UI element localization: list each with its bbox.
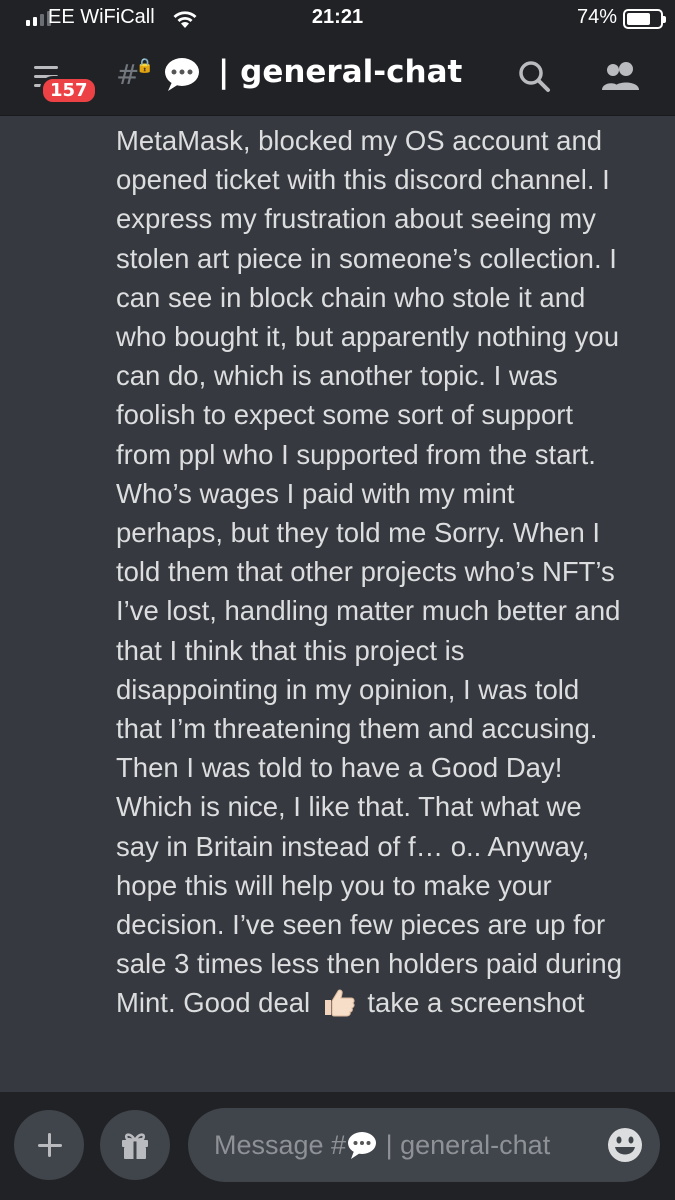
search-icon[interactable]: [516, 58, 552, 94]
speech-balloon-icon: [165, 58, 199, 91]
message-line: I’ve lost, handling matter much better a…: [116, 595, 621, 627]
message-line: opened ticket with this discord channel.…: [116, 164, 610, 196]
lock-icon: 🔒: [136, 58, 154, 74]
message-line: disappointing in my opinion, I was told: [116, 673, 580, 705]
message-placeholder: Message # | general-chat: [214, 1130, 550, 1161]
menu-button[interactable]: 157: [30, 60, 98, 105]
message-line: who bought it, but apparently nothing yo…: [116, 321, 620, 353]
battery-percent: 74%: [576, 6, 617, 28]
message-line: hope this will help you to make your: [116, 869, 552, 901]
unread-badge: 157: [40, 76, 98, 105]
placeholder-prefix: Message #: [214, 1130, 347, 1160]
members-icon[interactable]: [600, 58, 642, 94]
message-line: from ppl who I supported from the start.: [116, 438, 596, 470]
message-line: that I think that this project is: [116, 634, 465, 666]
message-line: Which is nice, I like that. That what we: [116, 791, 582, 823]
clock: 21:21: [311, 6, 364, 28]
message-list[interactable]: MetaMask, blocked my OS account and opene…: [0, 117, 675, 1092]
channel-title: | general-chat: [218, 54, 462, 90]
message-last-line: Mint. Good deal take a screenshot: [116, 983, 656, 1022]
message-line: Then I was told to have a Good Day!: [116, 752, 563, 784]
thumbs-up-icon: [324, 989, 355, 1017]
message-line: take a screenshot: [367, 987, 585, 1019]
message-line: stolen art piece in someone’s collection…: [116, 242, 617, 274]
placeholder-suffix: | general-chat: [385, 1130, 551, 1160]
channel-header: 157 # 🔒 | general-chat: [0, 40, 675, 116]
message-body: MetaMask, blocked my OS account and opene…: [116, 121, 656, 1023]
message-line: MetaMask, blocked my OS account and: [116, 125, 603, 156]
message-line: Mint. Good deal: [116, 987, 311, 1019]
message-line: told them that other projects who’s NFT’…: [116, 556, 615, 588]
message-line: can do, which is another topic. I was: [116, 360, 558, 392]
message-line: decision. I’ve seen few pieces are up fo…: [116, 909, 606, 941]
message-line: foolish to expect some sort of support: [116, 399, 574, 431]
message-line: can see in block chain who stole it and: [116, 281, 586, 313]
message-composer: Message # | general-chat: [0, 1092, 675, 1200]
message-input[interactable]: Message # | general-chat: [188, 1108, 660, 1182]
message-line: express my frustration about seeing my: [116, 203, 596, 235]
channel-separator: |: [218, 54, 230, 90]
battery-icon: [623, 9, 666, 29]
message-line: say in Britain instead of f… o.. Anyway,: [116, 830, 590, 862]
gift-icon: [122, 1133, 148, 1159]
status-bar: EE WiFiCall 21:21 74%: [0, 0, 675, 40]
add-attachment-button[interactable]: [14, 1110, 84, 1180]
speech-balloon-icon: [348, 1132, 377, 1159]
gift-button[interactable]: [100, 1110, 170, 1180]
message-line: sale 3 times less then holders paid duri…: [116, 948, 622, 980]
channel-name: general-chat: [240, 54, 463, 90]
message-line: perhaps, but they told me Sorry. When I: [116, 517, 601, 549]
message-line: Who’s wages I paid with my mint: [116, 477, 515, 509]
emoji-icon[interactable]: [606, 1126, 644, 1164]
message-line: that I’m threatening them and accusing.: [116, 713, 598, 745]
